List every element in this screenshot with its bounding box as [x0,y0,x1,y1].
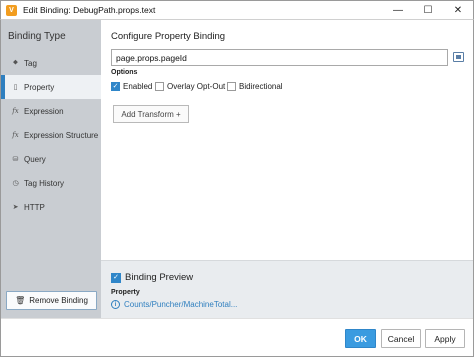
minimize-button[interactable]: — [383,1,413,20]
remove-binding-label: Remove Binding [29,296,88,305]
http-icon: ➤ [12,204,19,211]
checkbox-checked-icon: ✓ [111,272,121,283]
ok-button[interactable]: OK [345,329,376,348]
title-bar: V Edit Binding: DebugPath.props.text — ☐… [0,0,474,19]
binding-preview-panel: ✓ Binding Preview Property i Counts/Punc… [101,260,473,318]
property-path-input[interactable]: page.props.pageId [111,49,448,66]
app-logo-icon: V [6,4,17,16]
sidebar-item-tag[interactable]: ⬥ Tag [1,51,101,75]
sidebar-item-label: HTTP [24,202,45,212]
preview-path-text: Counts/Puncher/MachineTotal... [124,300,238,309]
bidirectional-label: Bidirectional [239,82,283,91]
property-browser-icon[interactable] [453,52,464,62]
trash-icon: 🗑 [15,296,26,305]
close-button[interactable]: ✕ [443,1,473,20]
sidebar-item-label: Tag History [24,178,65,188]
overlay-opt-out-label: Overlay Opt-Out [167,82,226,91]
binding-preview-label: Binding Preview [125,272,194,283]
sidebar-header: Binding Type [8,31,66,42]
sidebar-item-expression[interactable]: fx Expression [1,99,101,123]
fx-icon: fx [12,131,19,139]
info-icon: i [111,300,120,309]
checkbox-unchecked-icon [155,82,164,91]
overlay-opt-out-checkbox[interactable]: Overlay Opt-Out [155,82,225,91]
cancel-button[interactable]: Cancel [381,329,421,348]
checkbox-checked-icon: ✓ [111,82,120,91]
checkbox-unchecked-icon [227,82,236,91]
remove-binding-button[interactable]: 🗑 Remove Binding [6,291,97,310]
preview-property-label: Property [111,289,140,296]
window-title: Edit Binding: DebugPath.props.text [23,5,156,15]
sidebar-item-tag-history[interactable]: ◷ Tag History [1,171,101,195]
sidebar-item-expression-structure[interactable]: fx Expression Structure [1,123,101,147]
binding-config-panel: Configure Property Binding page.props.pa… [101,20,473,260]
sidebar-item-query[interactable]: ⛁ Query [1,147,101,171]
sidebar-item-http[interactable]: ➤ HTTP [1,195,101,219]
maximize-button[interactable]: ☐ [413,1,443,20]
sidebar-item-label: Query [24,154,46,164]
sidebar-item-label: Property [24,82,55,92]
apply-button[interactable]: Apply [425,329,465,348]
section-title: Configure Property Binding [111,31,226,42]
bidirectional-checkbox[interactable]: Bidirectional [227,82,283,91]
preview-path-link[interactable]: i Counts/Puncher/MachineTotal... [111,300,237,309]
sidebar-item-property[interactable]: ▯ Property [1,75,101,99]
property-icon: ▯ [13,84,18,91]
history-icon: ◷ [12,180,19,187]
binding-preview-checkbox[interactable]: ✓ Binding Preview [111,272,193,283]
sidebar-item-label: Tag [24,58,37,68]
enabled-label: Enabled [123,82,153,91]
binding-type-sidebar: Binding Type ⬥ Tag ▯ Property fx Express… [1,20,101,318]
fx-icon: fx [12,107,19,115]
window-controls: — ☐ ✕ [383,1,473,20]
sidebar-item-label: Expression Structure [24,130,99,140]
tag-icon: ⬥ [13,59,18,66]
sidebar-item-label: Expression [24,106,64,116]
dialog-footer: OK Cancel Apply [1,318,473,356]
options-label: Options [111,69,138,76]
database-icon: ⛁ [12,156,19,163]
add-transform-button[interactable]: Add Transform + [113,105,189,123]
enabled-checkbox[interactable]: ✓ Enabled [111,82,152,91]
